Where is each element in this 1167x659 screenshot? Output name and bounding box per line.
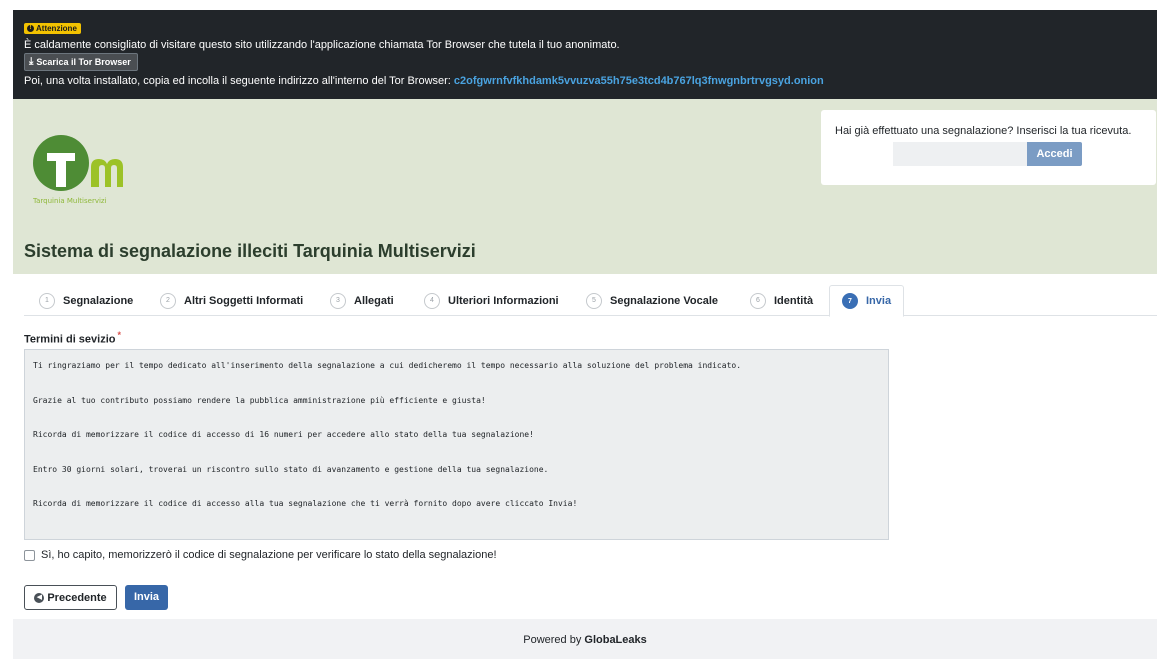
terms-paragraph: Entro 30 giorni solari, troverai un risc…: [33, 464, 549, 474]
previous-button[interactable]: ◀ Precedente: [24, 585, 117, 610]
tab-ulteriori-informazioni[interactable]: 4 Ulteriori Informazioni: [424, 285, 559, 316]
step-number: 1: [39, 292, 55, 309]
tab-segnalazione-vocale[interactable]: 5 Segnalazione Vocale: [586, 285, 718, 316]
tab-label: Segnalazione Vocale: [610, 294, 719, 307]
required-mark: *: [117, 330, 122, 340]
receipt-login-box: Hai già effettuato una segnalazione? Ins…: [821, 110, 1156, 185]
terms-label: Termini di sevizio *: [24, 330, 121, 346]
arrow-left-icon: ◀: [34, 592, 45, 603]
step-number: 6: [750, 292, 766, 309]
receipt-input[interactable]: [893, 142, 1027, 166]
site-title: Sistema di segnalazione illeciti Tarquin…: [24, 241, 476, 261]
previous-button-label: Precedente: [47, 591, 107, 604]
tab-label: Segnalazione: [63, 294, 134, 307]
tab-label: Altri Soggetti Informati: [184, 294, 304, 307]
tor-instructions: Poi, una volta installato, copia ed inco…: [24, 75, 824, 88]
receipt-prompt: Hai già effettuato una segnalazione? Ins…: [835, 125, 1132, 137]
page: ! Attenzione È caldamente consigliato di…: [13, 10, 1157, 659]
globaleaks-link[interactable]: GlobaLeaks: [584, 634, 646, 646]
tab-label: Identità: [774, 294, 814, 307]
tab-label: Invia: [866, 295, 892, 307]
footer: Powered by GlobaLeaks: [13, 619, 1157, 659]
terms-paragraph: Ricorda di memorizzare il codice di acce…: [33, 430, 534, 439]
submission-steps-tabs: 1 Segnalazione 2 Altri Soggetti Informat…: [24, 285, 1157, 317]
confirm-checkbox[interactable]: [24, 549, 35, 561]
download-tor-button[interactable]: ⤓ Scarica il Tor Browser: [24, 53, 138, 71]
logo-caption: Tarquinia Multiservizi: [33, 197, 107, 205]
step-number: 2: [160, 292, 176, 309]
site-header: Tarquinia Multiservizi Sistema di segnal…: [13, 99, 1157, 274]
confirm-checkbox-row[interactable]: Sì, ho capito, memorizzerò il codice di …: [24, 549, 497, 561]
tab-invia[interactable]: 7 Invia: [829, 285, 905, 317]
tarquinia-multiservizi-logo[interactable]: Tarquinia Multiservizi: [32, 135, 143, 210]
tab-label: Allegati: [354, 294, 394, 307]
step-number: 3: [330, 292, 346, 309]
powered-by-text: Powered by: [523, 634, 585, 646]
download-tor-label: Scarica il Tor Browser: [36, 57, 131, 67]
step-number: 7: [842, 293, 858, 309]
terms-of-service-text[interactable]: Ti ringraziamo per il tempo dedicato all…: [24, 349, 889, 540]
terms-label-text: Termini di sevizio: [24, 333, 116, 346]
warning-icon: !: [27, 25, 34, 32]
terms-paragraph: Ti ringraziamo per il tempo dedicato all…: [33, 361, 742, 370]
tab-altri-soggetti-informati[interactable]: 2 Altri Soggetti Informati: [160, 285, 303, 316]
logo-graphic: Tarquinia Multiservizi: [32, 135, 123, 205]
terms-paragraph: Grazie al tuo contributo possiamo render…: [33, 395, 486, 405]
download-icon: ⤓: [29, 56, 34, 67]
step-number: 5: [586, 292, 602, 309]
onion-address[interactable]: c2ofgwrnfvfkhdamk5vvuzva55h75e3tcd4b767l…: [454, 75, 824, 87]
tab-identita[interactable]: 6 Identità: [750, 285, 813, 316]
confirm-checkbox-label[interactable]: Sì, ho capito, memorizzerò il codice di …: [41, 549, 497, 561]
tab-allegati[interactable]: 3 Allegati: [330, 285, 394, 316]
tor-instructions-text: Poi, una volta installato, copia ed inco…: [24, 75, 454, 87]
tab-segnalazione[interactable]: 1 Segnalazione: [39, 285, 133, 316]
attention-badge-label: Attenzione: [36, 24, 77, 33]
step-number: 4: [424, 292, 440, 309]
terms-paragraph: Ricorda di memorizzare il codice di acce…: [33, 499, 578, 508]
login-button[interactable]: Accedi: [1027, 142, 1082, 166]
submit-button[interactable]: Invia: [125, 585, 168, 610]
tor-recommendation-text: È caldamente consigliato di visitare que…: [24, 39, 620, 51]
tor-warning-banner: ! Attenzione È caldamente consigliato di…: [13, 10, 1157, 99]
attention-badge: ! Attenzione: [24, 23, 81, 34]
tab-label: Ulteriori Informazioni: [448, 294, 559, 307]
